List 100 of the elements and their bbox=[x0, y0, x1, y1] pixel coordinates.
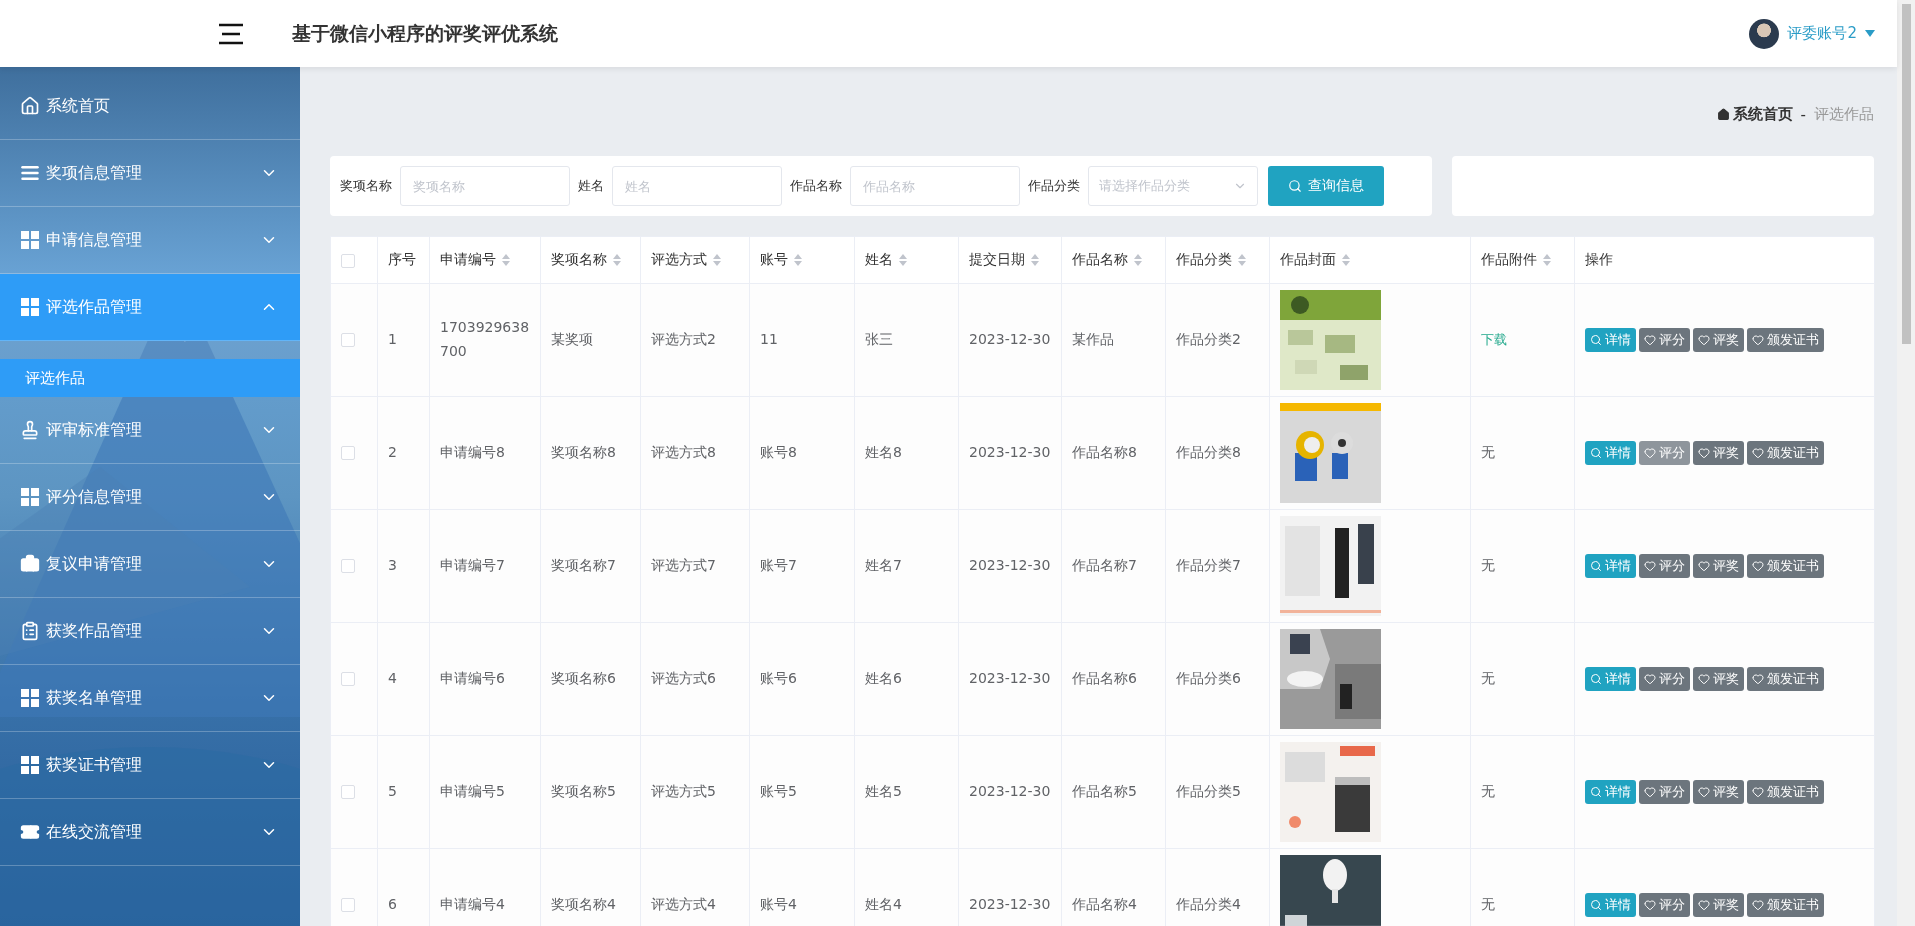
action-button[interactable]: 评分 bbox=[1639, 780, 1690, 804]
home-icon bbox=[1716, 108, 1730, 121]
checkbox[interactable] bbox=[341, 898, 355, 913]
table-cell: 评选方式7 bbox=[651, 557, 716, 574]
action-button[interactable]: 评分 bbox=[1639, 328, 1690, 352]
sort-icon[interactable] bbox=[794, 254, 802, 266]
checkbox[interactable] bbox=[341, 785, 355, 800]
table-cell: 账号8 bbox=[760, 444, 797, 461]
column-header: 提交日期 bbox=[969, 251, 1025, 269]
action-button[interactable]: 颁发证书 bbox=[1747, 441, 1824, 465]
breadcrumb-home-link[interactable]: 系统首页 bbox=[1716, 105, 1793, 124]
search-icon bbox=[1590, 899, 1602, 911]
sort-icon[interactable] bbox=[502, 254, 510, 266]
heart-icon bbox=[1752, 447, 1764, 459]
heart-icon bbox=[1752, 899, 1764, 911]
table-cell: 评选方式8 bbox=[651, 444, 716, 461]
action-button[interactable]: 评分 bbox=[1639, 667, 1690, 691]
table-cell: 作品分类8 bbox=[1176, 444, 1241, 461]
table-cell: 2023-12-30 bbox=[969, 331, 1051, 348]
sort-icon[interactable] bbox=[713, 254, 721, 266]
download-link[interactable]: 下载 bbox=[1481, 332, 1507, 348]
table-cell: 张三 bbox=[865, 331, 893, 348]
scrollbar[interactable] bbox=[1897, 0, 1915, 926]
detail-button[interactable]: 详情 bbox=[1585, 893, 1636, 917]
menu-icon[interactable] bbox=[218, 22, 244, 45]
heart-icon bbox=[1752, 560, 1764, 572]
table-cell: 作品分类4 bbox=[1176, 896, 1241, 913]
detail-button[interactable]: 详情 bbox=[1585, 441, 1636, 465]
action-button[interactable]: 颁发证书 bbox=[1747, 893, 1824, 917]
sort-icon[interactable] bbox=[1031, 254, 1039, 266]
detail-button[interactable]: 详情 bbox=[1585, 328, 1636, 352]
table-cell: 某奖项 bbox=[551, 331, 593, 348]
table-cell: 2 bbox=[388, 444, 397, 461]
checkbox[interactable] bbox=[341, 446, 355, 461]
sort-icon[interactable] bbox=[613, 254, 621, 266]
detail-button[interactable]: 详情 bbox=[1585, 554, 1636, 578]
checkbox[interactable] bbox=[341, 672, 355, 687]
submenu-item[interactable]: 评选作品 bbox=[0, 359, 300, 397]
detail-button[interactable]: 详情 bbox=[1585, 780, 1636, 804]
user-name[interactable]: 评委账号2 bbox=[1787, 24, 1857, 43]
table-cell: 作品分类7 bbox=[1176, 557, 1241, 574]
action-button[interactable]: 评奖 bbox=[1693, 667, 1744, 691]
filter-label: 姓名 bbox=[578, 177, 604, 195]
column-header: 评选方式 bbox=[651, 251, 707, 269]
action-button[interactable]: 评奖 bbox=[1693, 328, 1744, 352]
action-button[interactable]: 评分 bbox=[1639, 554, 1690, 578]
action-button[interactable]: 颁发证书 bbox=[1747, 328, 1824, 352]
search-icon bbox=[1590, 447, 1602, 459]
table-cell: 无 bbox=[1481, 444, 1495, 461]
checkbox[interactable] bbox=[341, 333, 355, 348]
table-cell: 2023-12-30 bbox=[969, 670, 1051, 687]
grid-icon bbox=[20, 755, 40, 775]
sort-icon[interactable] bbox=[1543, 254, 1551, 266]
action-button[interactable]: 评分 bbox=[1639, 893, 1690, 917]
action-button[interactable]: 评分 bbox=[1639, 441, 1690, 465]
action-button[interactable]: 评奖 bbox=[1693, 780, 1744, 804]
search-field[interactable]: 作品名称 bbox=[850, 166, 1020, 206]
sidebar-item[interactable]: 复议申请管理 bbox=[0, 531, 300, 598]
heart-icon bbox=[1698, 447, 1710, 459]
column-header: 操作 bbox=[1585, 251, 1613, 269]
heart-icon bbox=[1644, 786, 1656, 798]
table-cell: 作品名称6 bbox=[1072, 670, 1137, 687]
action-button[interactable]: 评奖 bbox=[1693, 893, 1744, 917]
checkbox[interactable] bbox=[341, 254, 355, 268]
table-cell: 作品名称5 bbox=[1072, 783, 1137, 800]
caret-icon[interactable] bbox=[1865, 30, 1875, 37]
action-button[interactable]: 颁发证书 bbox=[1747, 667, 1824, 691]
search-button[interactable]: 查询信息 bbox=[1268, 166, 1384, 206]
column-header: 申请编号 bbox=[440, 251, 496, 269]
column-header: 奖项名称 bbox=[551, 251, 607, 269]
table-cell: 账号6 bbox=[760, 670, 797, 687]
table-cell: 4 bbox=[388, 670, 397, 687]
action-button[interactable]: 颁发证书 bbox=[1747, 780, 1824, 804]
heart-icon bbox=[1698, 560, 1710, 572]
heart-icon bbox=[1752, 334, 1764, 346]
action-button[interactable]: 评奖 bbox=[1693, 554, 1744, 578]
table-cell: 作品分类5 bbox=[1176, 783, 1241, 800]
action-button[interactable]: 颁发证书 bbox=[1747, 554, 1824, 578]
sort-icon[interactable] bbox=[899, 254, 907, 266]
table-cell: 奖项名称7 bbox=[551, 557, 616, 574]
table-cell: 申请编号5 bbox=[440, 783, 505, 800]
table-cell: 账号7 bbox=[760, 557, 797, 574]
heart-icon bbox=[1698, 786, 1710, 798]
sort-icon[interactable] bbox=[1134, 254, 1142, 266]
avatar[interactable] bbox=[1749, 18, 1780, 49]
table-cell: 作品名称4 bbox=[1072, 896, 1137, 913]
table-cell: 无 bbox=[1481, 670, 1495, 687]
search-field[interactable]: 姓名 bbox=[612, 166, 782, 206]
table-cell: 姓名6 bbox=[865, 670, 902, 687]
sidebar-item[interactable]: 评选作品管理 bbox=[0, 274, 300, 341]
sort-icon[interactable] bbox=[1342, 254, 1350, 266]
checkbox[interactable] bbox=[341, 559, 355, 574]
table-cell: 奖项名称4 bbox=[551, 896, 616, 913]
action-button[interactable]: 评奖 bbox=[1693, 441, 1744, 465]
table-cell: 无 bbox=[1481, 557, 1495, 574]
detail-button[interactable]: 详情 bbox=[1585, 667, 1636, 691]
search-field[interactable]: 奖项名称 bbox=[400, 166, 570, 206]
table-cell: 姓名8 bbox=[865, 444, 902, 461]
sort-icon[interactable] bbox=[1238, 254, 1246, 266]
app-title: 基于微信小程序的评奖评优系统 bbox=[292, 20, 558, 46]
